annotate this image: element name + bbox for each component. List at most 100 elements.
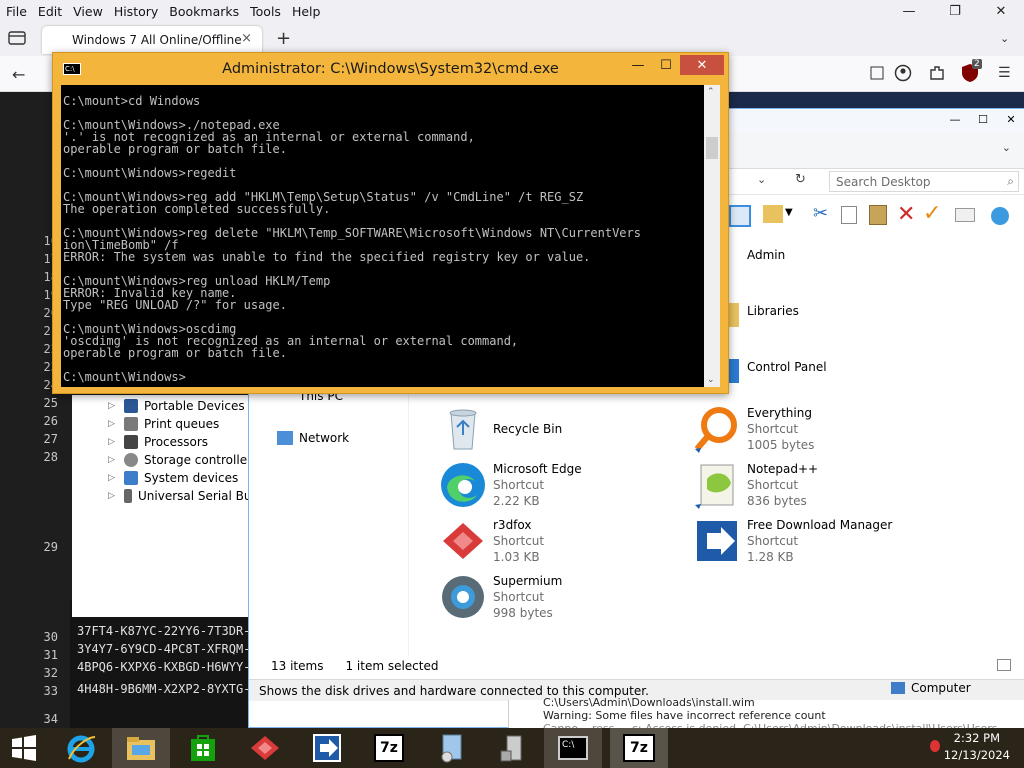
start-button[interactable] — [0, 728, 48, 768]
system-clock[interactable]: 2:32 PM 12/13/2024 — [944, 730, 1010, 764]
supermium-icon — [439, 573, 487, 621]
folder-options-icon[interactable] — [763, 205, 783, 223]
view-icon[interactable] — [729, 205, 751, 227]
clock-time: 2:32 PM — [953, 731, 1001, 745]
menu-file[interactable]: File — [2, 4, 31, 19]
device-category[interactable]: ▷ System devices — [108, 471, 238, 485]
cmd-icon: C:\ — [558, 736, 588, 760]
scroll-up-icon[interactable]: ⌃ — [707, 87, 715, 97]
item-size: 1005 bytes — [747, 438, 815, 452]
menu-view[interactable]: View — [69, 4, 107, 19]
taskbar-r3dfox[interactable] — [236, 728, 294, 768]
taskbar: 7z C:\ 7z 2:32 PM 12/13/2024 — [0, 728, 1024, 768]
taskbar-server-manager[interactable] — [484, 728, 542, 768]
expand-arrow-icon[interactable]: ▷ — [108, 401, 118, 411]
console-output[interactable]: C:\mount>cd Windows C:\mount\Windows>./n… — [61, 85, 704, 387]
tray-error-icon[interactable] — [930, 740, 940, 752]
console-text: C:\mount>cd Windows C:\mount\Windows>./n… — [63, 94, 641, 384]
log-line: Warning: Some files have incorrect refer… — [543, 709, 826, 722]
taskbar-7zip-running[interactable]: 7z — [610, 728, 668, 768]
refresh-icon[interactable]: ↻ — [795, 172, 806, 187]
app-menu-icon[interactable]: ☰ — [998, 65, 1011, 81]
status-computer: Computer — [891, 681, 971, 695]
desktop-item-supermium[interactable]: Supermium Shortcut 998 bytes — [439, 573, 562, 621]
nav-network[interactable]: Network — [277, 431, 349, 445]
cut-icon[interactable]: ✂ — [813, 203, 828, 224]
desktop-item-everything[interactable]: Everything Shortcut 1005 bytes — [693, 405, 814, 453]
browser-tab[interactable]: Windows 7 All Online/Offline × — [42, 26, 262, 54]
rename-icon[interactable]: ✓ — [923, 201, 941, 226]
line-number: 26 — [43, 414, 58, 428]
delete-icon[interactable]: ✕ — [897, 202, 915, 227]
minimize-button[interactable]: — — [886, 0, 932, 22]
scroll-thumb[interactable] — [706, 137, 718, 159]
close-button[interactable]: ✕ — [978, 0, 1024, 22]
menu-tools[interactable]: Tools — [246, 4, 285, 19]
chevron-down-icon[interactable]: ▼ — [785, 207, 793, 218]
device-category[interactable]: ▷ Portable Devices — [108, 399, 245, 413]
taskbar-fdm[interactable] — [298, 728, 356, 768]
device-category[interactable]: ▷ Storage controllers — [108, 453, 258, 467]
item-type: Shortcut — [493, 534, 545, 548]
network-icon[interactable] — [991, 207, 1009, 225]
expand-arrow-icon[interactable]: ▷ — [108, 455, 118, 465]
taskbar-store[interactable] — [174, 728, 232, 768]
details-view-icon[interactable] — [997, 659, 1011, 671]
close-button[interactable]: ✕ — [680, 55, 724, 75]
line-number: 25 — [43, 396, 58, 410]
7zip-icon: 7z — [374, 734, 404, 762]
new-tab-button[interactable]: + — [276, 28, 291, 49]
vertical-scrollbar[interactable]: ⌃ ⌄ — [704, 85, 720, 387]
device-category[interactable]: ▷ Print queues — [108, 417, 219, 431]
tab-list-icon[interactable] — [8, 30, 26, 46]
search-placeholder: Search Desktop — [836, 174, 931, 189]
menu-bookmarks[interactable]: Bookmarks — [165, 4, 243, 19]
tab-close-icon[interactable]: × — [241, 31, 252, 46]
device-category[interactable]: ▷ Processors — [108, 435, 208, 449]
account-icon[interactable] — [894, 64, 912, 82]
device-category[interactable]: ▷ Universal Serial Bus c — [108, 489, 268, 503]
menu-edit[interactable]: Edit — [34, 4, 66, 19]
scroll-down-icon[interactable]: ⌄ — [707, 375, 715, 385]
expand-arrow-icon[interactable]: ▷ — [108, 437, 118, 447]
taskbar-ie[interactable] — [52, 728, 110, 768]
taskbar-cmd[interactable]: C:\ — [544, 728, 602, 768]
taskbar-file-explorer[interactable] — [112, 728, 170, 768]
clock-date: 12/13/2024 — [943, 748, 1010, 762]
expand-arrow-icon[interactable]: ▷ — [108, 473, 118, 483]
zoom-icon[interactable] — [870, 66, 884, 80]
item-name: Free Download Manager — [747, 518, 893, 532]
menu-history[interactable]: History — [110, 4, 162, 19]
taskbar-installer[interactable] — [422, 728, 480, 768]
restore-button[interactable]: ❐ — [932, 0, 978, 22]
list-all-tabs-icon[interactable]: ⌄ — [1000, 32, 1009, 45]
desktop-item-microsoft-edge[interactable]: Microsoft Edge Shortcut 2.22 KB — [439, 461, 582, 509]
desktop-item-notepad-plus-plus[interactable]: Notepad++ Shortcut 836 bytes — [693, 461, 818, 509]
item-name: Everything — [747, 406, 812, 420]
expand-arrow-icon[interactable]: ▷ — [108, 419, 118, 429]
chevron-down-icon[interactable]: ⌄ — [757, 173, 766, 186]
minimize-button[interactable]: — — [624, 55, 652, 75]
minimize-button[interactable]: — — [941, 109, 969, 129]
back-icon[interactable]: ← — [12, 65, 25, 84]
explorer-icon — [127, 737, 155, 760]
extensions-icon[interactable] — [928, 64, 946, 82]
product-key: 3Y4Y7-6Y9CD-4PC8T-XFRQM-F — [77, 642, 258, 656]
search-input[interactable]: Search Desktop ⌕ — [829, 171, 1019, 192]
edge-icon — [439, 461, 487, 509]
cmd-icon[interactable]: C:\ — [63, 63, 81, 75]
menu-help[interactable]: Help — [288, 4, 325, 19]
properties-icon[interactable] — [955, 208, 975, 222]
desktop-item-r3dfox[interactable]: r3dfox Shortcut 1.03 KB — [439, 517, 544, 565]
maximize-button[interactable]: ☐ — [969, 109, 997, 129]
desktop-item-free-download-manager[interactable]: Free Download Manager Shortcut 1.28 KB — [693, 517, 892, 565]
close-button[interactable]: ✕ — [997, 109, 1024, 129]
desktop-item-recycle-bin[interactable]: Recycle Bin — [439, 405, 562, 453]
paste-icon[interactable] — [869, 205, 887, 225]
copy-icon[interactable] — [841, 206, 857, 224]
taskbar-7zip[interactable]: 7z — [360, 728, 418, 768]
item-type: Shortcut — [493, 590, 545, 604]
maximize-button[interactable]: ☐ — [652, 55, 680, 75]
expand-arrow-icon[interactable]: ▷ — [108, 491, 118, 501]
chevron-down-icon[interactable]: ⌄ — [1002, 141, 1011, 154]
